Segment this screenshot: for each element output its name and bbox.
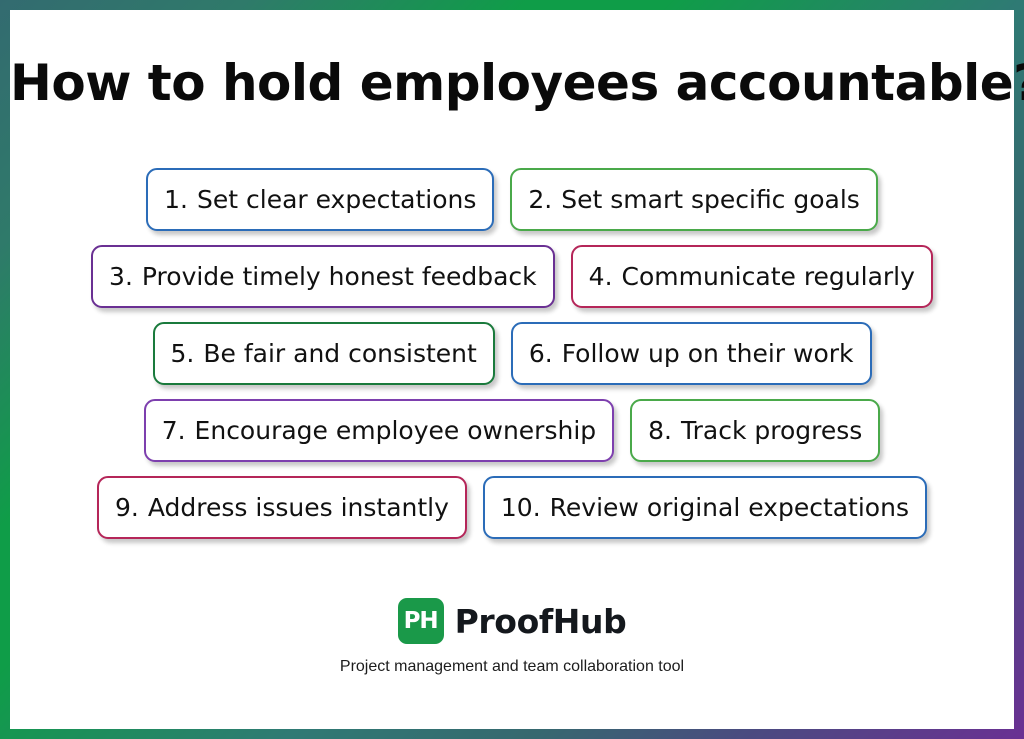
tip-number: 1.	[164, 185, 188, 214]
brand-footer: PH ProofHub Project management and team …	[10, 598, 1014, 676]
tip-number: 2.	[528, 185, 553, 214]
tip-chip[interactable]: 7. Encourage employee ownership	[143, 399, 615, 462]
poster-frame: How to hold employees accountable? 1. Set…	[0, 0, 1024, 739]
tip-number: 8.	[648, 416, 673, 445]
tip-number: 4.	[588, 262, 613, 291]
tips-row: 1. Set clear expectations 2. Set smart spec…	[10, 168, 1014, 231]
tip-chip[interactable]: 9. Address issues instantly	[97, 476, 467, 539]
proofhub-logo-icon: PH	[397, 598, 444, 644]
tip-chip[interactable]: 10. Review original expectations	[482, 476, 927, 539]
tips-row: 9. Address issues instantly 10. Review orig…	[10, 476, 1014, 539]
logo-monogram: PH	[403, 607, 439, 634]
tip-label: Review original expectations	[549, 493, 909, 522]
tip-label: Track progress	[681, 416, 863, 445]
tip-number: 3.	[109, 262, 133, 291]
tip-number: 7.	[161, 416, 186, 445]
brand-name: ProofHub	[454, 601, 627, 641]
tips-row: 5. Be fair and consistent 6. Follow up on t…	[10, 322, 1014, 385]
tip-number: 9.	[115, 493, 139, 522]
tip-chip[interactable]: 1. Set clear expectations	[146, 168, 495, 231]
tips-row: 3. Provide timely honest feedback 4. Commun…	[10, 245, 1014, 308]
tip-number: 6.	[528, 339, 553, 368]
tip-label: Set clear expectations	[197, 185, 477, 214]
tip-chip[interactable]: 5. Be fair and consistent	[152, 322, 495, 385]
tip-number: 10.	[500, 493, 541, 522]
tips-row: 7. Encourage employee ownership 8. Track pr…	[10, 399, 1014, 462]
brand-lockup: PH ProofHub	[397, 598, 627, 644]
tip-chip[interactable]: 8. Track progress	[630, 399, 881, 462]
tip-label: Provide timely honest feedback	[141, 262, 537, 291]
tip-label: Be fair and consistent	[203, 339, 477, 368]
brand-tagline: Project management and team collaboratio…	[339, 658, 685, 675]
tip-label: Set smart specific goals	[561, 185, 860, 214]
tip-label: Communicate regularly	[621, 262, 915, 291]
poster-canvas: How to hold employees accountable? 1. Set…	[10, 10, 1024, 729]
tip-chip[interactable]: 6. Follow up on their work	[510, 322, 872, 385]
tip-chip[interactable]: 3. Provide timely honest feedback	[91, 245, 555, 308]
tip-chip[interactable]: 2. Set smart specific goals	[510, 168, 878, 231]
tip-label: Follow up on their work	[561, 339, 854, 368]
tip-label: Encourage employee ownership	[194, 416, 597, 445]
tip-label: Address issues instantly	[147, 493, 449, 522]
tip-chip[interactable]: 4. Communicate regularly	[570, 245, 933, 308]
tips-list: 1. Set clear expectations 2. Set smart spec…	[10, 168, 1014, 553]
page-title: How to hold employees accountable?	[10, 54, 1024, 112]
tip-number: 5.	[170, 339, 195, 368]
